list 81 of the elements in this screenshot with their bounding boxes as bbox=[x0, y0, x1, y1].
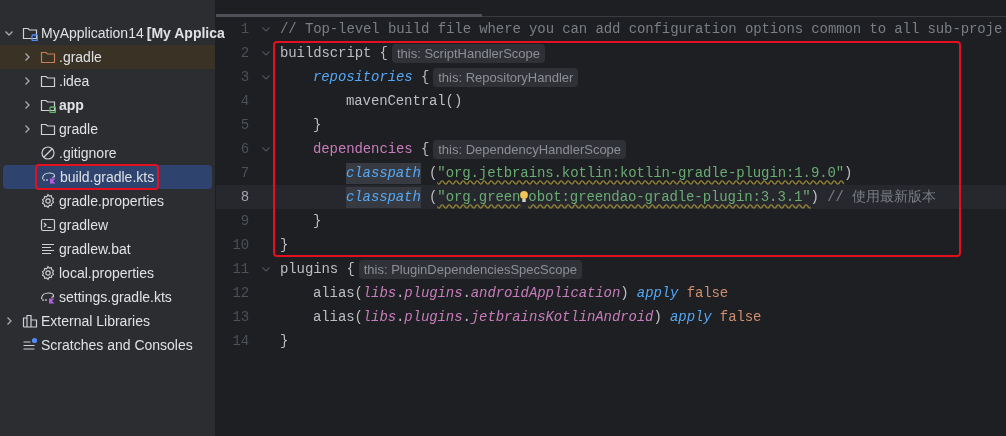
code-token: { bbox=[419, 139, 430, 159]
code-token: buildscript { bbox=[280, 43, 388, 63]
inlay-hint: this: DependencyHandlerScope bbox=[433, 139, 627, 159]
tree-item[interactable]: .idea bbox=[0, 69, 215, 93]
code-token: plugins bbox=[404, 307, 463, 327]
code-token: alias( bbox=[313, 307, 363, 327]
tree-item[interactable]: local.properties bbox=[0, 261, 215, 285]
code-token: repositories bbox=[313, 67, 413, 87]
tree-item-label: .gradle bbox=[59, 47, 102, 67]
tree-item-label: local.properties bbox=[59, 263, 154, 283]
chevron-right-icon[interactable] bbox=[22, 52, 32, 62]
code-token: libs bbox=[362, 283, 397, 303]
code-token: . bbox=[462, 307, 471, 327]
code-token: jetbrainsKotlinAndroid bbox=[470, 307, 654, 327]
chevron-right-icon[interactable] bbox=[4, 316, 14, 326]
code-token: } bbox=[313, 211, 322, 231]
code-token: ( bbox=[428, 163, 438, 183]
code-token: ) bbox=[844, 163, 853, 183]
tree-item-label: Scratches and Consoles bbox=[41, 335, 193, 355]
code-token: false bbox=[685, 283, 729, 303]
code-comment: // 使用最新版本 bbox=[826, 187, 936, 207]
tree-item[interactable]: MyApplication14 [My Applica bbox=[0, 21, 225, 45]
chevron-right-icon[interactable] bbox=[22, 124, 32, 134]
code-token: plugins bbox=[404, 283, 463, 303]
inlay-hint: this: ScriptHandlerScope bbox=[391, 43, 545, 63]
line-number: 8 bbox=[239, 187, 249, 207]
tree-item[interactable]: External Libraries bbox=[0, 309, 215, 333]
tree-item[interactable]: .gradle bbox=[0, 45, 215, 69]
code-token: mavenCentral() bbox=[346, 91, 463, 111]
tree-item[interactable]: app bbox=[0, 93, 215, 117]
tree-item-label: settings.gradle.kts bbox=[59, 287, 172, 307]
tree-item-label: .idea bbox=[59, 71, 90, 91]
tree-item[interactable]: settings.gradle.kts bbox=[0, 285, 215, 309]
code-token: apply bbox=[670, 307, 712, 327]
chevron-down-icon[interactable] bbox=[4, 28, 14, 38]
tree-item-label: app bbox=[59, 95, 84, 115]
tree-item-label: gradle bbox=[59, 119, 98, 139]
code-token: plugins { bbox=[280, 259, 355, 279]
code-token: ) bbox=[620, 283, 630, 303]
code-token: classpath bbox=[346, 186, 421, 208]
code-token: . bbox=[396, 283, 405, 303]
tree-item-label: MyApplication14 bbox=[41, 23, 144, 43]
code-token: { bbox=[419, 67, 430, 87]
code-token: obot:greendao-gradle-plugin:3.3.1" bbox=[528, 187, 811, 207]
code-token: "org.green bbox=[437, 187, 521, 207]
code-token: false bbox=[718, 307, 762, 327]
inlay-hint: this: RepositoryHandler bbox=[433, 67, 579, 87]
code-token: classpath bbox=[346, 162, 421, 184]
code-token: ) bbox=[653, 307, 663, 327]
tree-item[interactable]: build.gradle.kts bbox=[3, 165, 212, 189]
code-token: } bbox=[280, 235, 289, 255]
tree-item-label: gradle.properties bbox=[59, 191, 165, 211]
code-token: ( bbox=[428, 187, 438, 207]
chevron-right-icon[interactable] bbox=[22, 76, 32, 86]
tree-item-label: External Libraries bbox=[41, 311, 150, 331]
code-token: } bbox=[280, 331, 289, 351]
code-token: } bbox=[313, 115, 322, 135]
tree-item[interactable]: Scratches and Consoles bbox=[0, 333, 215, 357]
tree-item-label: gradlew.bat bbox=[59, 239, 131, 259]
chevron-right-icon[interactable] bbox=[22, 100, 32, 110]
tree-item[interactable]: gradle.properties bbox=[0, 189, 215, 213]
lightbulb-icon[interactable] bbox=[520, 189, 529, 205]
tree-item-label: .gitignore bbox=[59, 143, 117, 163]
code-comment: // Top-level build file where you can add configuration options common to all sub-proje bbox=[280, 19, 1003, 39]
code-token: . bbox=[462, 283, 471, 303]
code-token: apply bbox=[636, 283, 679, 303]
code-token: dependencies bbox=[313, 139, 413, 159]
tree-item-label: build.gradle.kts bbox=[60, 167, 155, 187]
code-token: ) bbox=[810, 187, 819, 207]
code-token: androidApplication bbox=[470, 283, 621, 303]
tree-item-label: gradlew bbox=[59, 215, 109, 235]
inlay-hint: this: PluginDependenciesSpecScope bbox=[358, 259, 582, 279]
tree-item[interactable]: gradlew bbox=[0, 213, 215, 237]
code-token: alias( bbox=[313, 283, 363, 303]
code-token: "org.jetbrains.kotlin:kotlin-gradle-plugin:1.9.0" bbox=[437, 163, 845, 183]
tree-item[interactable]: gradle bbox=[0, 117, 215, 141]
code-token: . bbox=[396, 307, 405, 327]
tree-item-suffix: [My Applica bbox=[146, 23, 225, 43]
tree-item[interactable]: gradlew.bat bbox=[0, 237, 215, 261]
tree-item[interactable]: .gitignore bbox=[0, 141, 215, 165]
code-token: libs bbox=[362, 307, 397, 327]
